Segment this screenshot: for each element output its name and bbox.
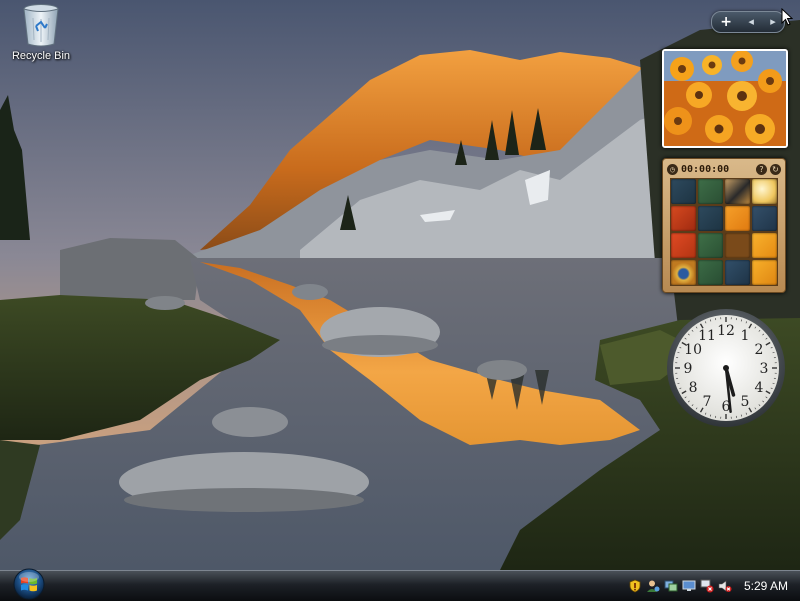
clock-numeral: 12 — [717, 323, 735, 339]
clock-numeral: 7 — [703, 394, 712, 410]
recycle-bin-icon — [21, 2, 61, 48]
puzzle-empty-slot[interactable] — [725, 233, 750, 258]
network-status-icon[interactable] — [664, 579, 678, 593]
clock-numeral: 3 — [760, 361, 769, 377]
sidebar-controls: + ◂ ▸ — [711, 11, 785, 33]
clock-numeral: 8 — [689, 380, 698, 396]
taskbar-clock[interactable]: 5:29 AM — [744, 579, 788, 593]
clock-numeral: 9 — [684, 361, 693, 377]
clock-numeral: 5 — [741, 394, 750, 410]
puzzle-tile[interactable] — [671, 179, 696, 204]
puzzle-tile[interactable] — [698, 179, 723, 204]
puzzle-tile[interactable] — [671, 233, 696, 258]
shuffle-icon[interactable]: ↻ — [770, 164, 781, 175]
clock-gadget[interactable]: 121234567891011 — [664, 306, 789, 431]
puzzle-tile[interactable] — [752, 179, 777, 204]
puzzle-tile[interactable] — [725, 260, 750, 285]
security-shield-icon[interactable] — [628, 579, 642, 593]
puzzle-toolbar: ◷ 00:00:00 ? ↻ — [667, 162, 781, 176]
user-icon[interactable] — [646, 579, 660, 593]
clock-numeral: 2 — [754, 342, 763, 358]
puzzle-timer-value: 00:00:00 — [681, 164, 729, 175]
clock-numeral: 11 — [698, 328, 716, 344]
help-icon[interactable]: ? — [756, 164, 767, 175]
recycle-bin-label: Recycle Bin — [12, 50, 70, 62]
previous-page-button[interactable]: ◂ — [748, 12, 754, 32]
clock-numeral: 4 — [754, 380, 763, 396]
slideshow-photo — [664, 51, 786, 146]
recycle-bin-desktop-icon[interactable]: Recycle Bin — [6, 2, 76, 72]
puzzle-timer: ◷ 00:00:00 — [667, 164, 729, 175]
mouse-cursor-icon — [781, 8, 793, 26]
puzzle-tile[interactable] — [752, 206, 777, 231]
puzzle-tile[interactable] — [725, 179, 750, 204]
puzzle-tile[interactable] — [752, 233, 777, 258]
monitor-icon[interactable] — [682, 579, 696, 593]
puzzle-tile[interactable] — [698, 206, 723, 231]
clock-numeral: 1 — [741, 328, 750, 344]
puzzle-tile[interactable] — [671, 260, 696, 285]
system-tray: 5:29 AM — [628, 571, 800, 601]
next-page-button[interactable]: ▸ — [770, 12, 776, 32]
clock-center-pin — [723, 365, 729, 371]
puzzle-grid[interactable] — [670, 178, 778, 286]
volume-muted-icon[interactable] — [718, 579, 732, 593]
puzzle-tile[interactable] — [698, 260, 723, 285]
puzzle-tile[interactable] — [752, 260, 777, 285]
stopwatch-icon[interactable]: ◷ — [667, 164, 678, 175]
picture-puzzle-gadget: ◷ 00:00:00 ? ↻ — [662, 158, 786, 293]
taskbar: 5:29 AM — [0, 570, 800, 601]
puzzle-tile[interactable] — [671, 206, 696, 231]
puzzle-tile[interactable] — [698, 233, 723, 258]
start-button[interactable] — [8, 567, 50, 600]
clock-numeral: 10 — [684, 342, 702, 358]
add-gadget-button[interactable]: + — [720, 12, 732, 32]
network-error-icon[interactable] — [700, 579, 714, 593]
slideshow-gadget[interactable] — [662, 49, 788, 148]
puzzle-tile[interactable] — [725, 206, 750, 231]
